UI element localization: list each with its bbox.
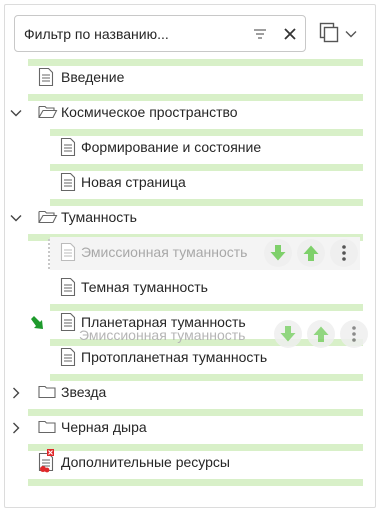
page-error-icon	[38, 449, 58, 473]
folder-open-icon	[38, 208, 58, 226]
folder-icon	[38, 383, 58, 401]
tree-item-additional-resources[interactable]: Дополнительные ресурсы	[0, 446, 381, 481]
view-options-button[interactable]	[318, 21, 364, 47]
arrow-up-icon	[303, 245, 319, 261]
tree-item-star[interactable]: Звезда	[0, 376, 381, 411]
page-icon	[60, 347, 76, 367]
more-button[interactable]	[330, 239, 358, 267]
page-icon	[60, 312, 76, 332]
tree-item-label: Звезда	[61, 384, 107, 400]
tree-item-label: Введение	[61, 69, 125, 85]
tree-item-label: Космическое пространство	[61, 104, 238, 120]
folder-open-icon	[38, 103, 58, 121]
folder-icon	[38, 418, 58, 436]
filter-box	[14, 15, 306, 52]
tree-item-protoplanetary-nebula[interactable]: Протопланетная туманность	[0, 341, 381, 376]
page-icon	[60, 137, 76, 157]
page-icon	[38, 67, 54, 87]
drop-arrow-icon	[30, 316, 44, 330]
filter-input[interactable]	[24, 24, 244, 44]
page-icon	[60, 242, 76, 262]
copy-pages-icon	[318, 21, 342, 45]
tree-item-formation[interactable]: Формирование и состояние	[0, 131, 381, 166]
tree-item-emission-nebula[interactable]: Эмиссионная туманность	[0, 236, 381, 271]
tree-item-label: Темная туманность	[81, 279, 208, 295]
chevron-down-icon	[345, 27, 357, 39]
close-icon[interactable]	[283, 27, 297, 41]
tree-item-black-hole[interactable]: Черная дыра	[0, 411, 381, 446]
tree-item-introduction[interactable]: Введение	[0, 61, 381, 96]
tree-item-label: Дополнительные ресурсы	[61, 454, 230, 470]
tree-item-dark-nebula[interactable]: Темная туманность	[0, 271, 381, 306]
tree-item-label: Протопланетная туманность	[81, 349, 268, 365]
chevron-down-icon[interactable]	[9, 106, 23, 120]
tree-item-space[interactable]: Космическое пространство	[0, 96, 381, 131]
tree-item-label: Эмиссионная туманность	[81, 244, 248, 260]
chevron-right-icon[interactable]	[9, 421, 23, 435]
move-down-button[interactable]	[264, 239, 292, 267]
chevron-down-icon[interactable]	[9, 211, 23, 225]
filter-icon[interactable]	[253, 27, 267, 41]
tree-item-label: Новая страница	[81, 174, 186, 190]
tree-item-label: Туманность	[61, 209, 137, 225]
tree-item-label: Черная дыра	[61, 419, 147, 435]
page-icon	[60, 277, 76, 297]
arrow-down-icon	[270, 245, 286, 261]
chevron-right-icon[interactable]	[9, 386, 23, 400]
tree-item-nebula[interactable]: Туманность	[0, 201, 381, 236]
tree-item-new-page[interactable]: Новая страница	[0, 166, 381, 201]
page-icon	[60, 172, 76, 192]
move-up-button[interactable]	[297, 239, 325, 267]
more-vertical-icon	[342, 245, 346, 261]
tree-item-label: Формирование и состояние	[81, 139, 262, 155]
